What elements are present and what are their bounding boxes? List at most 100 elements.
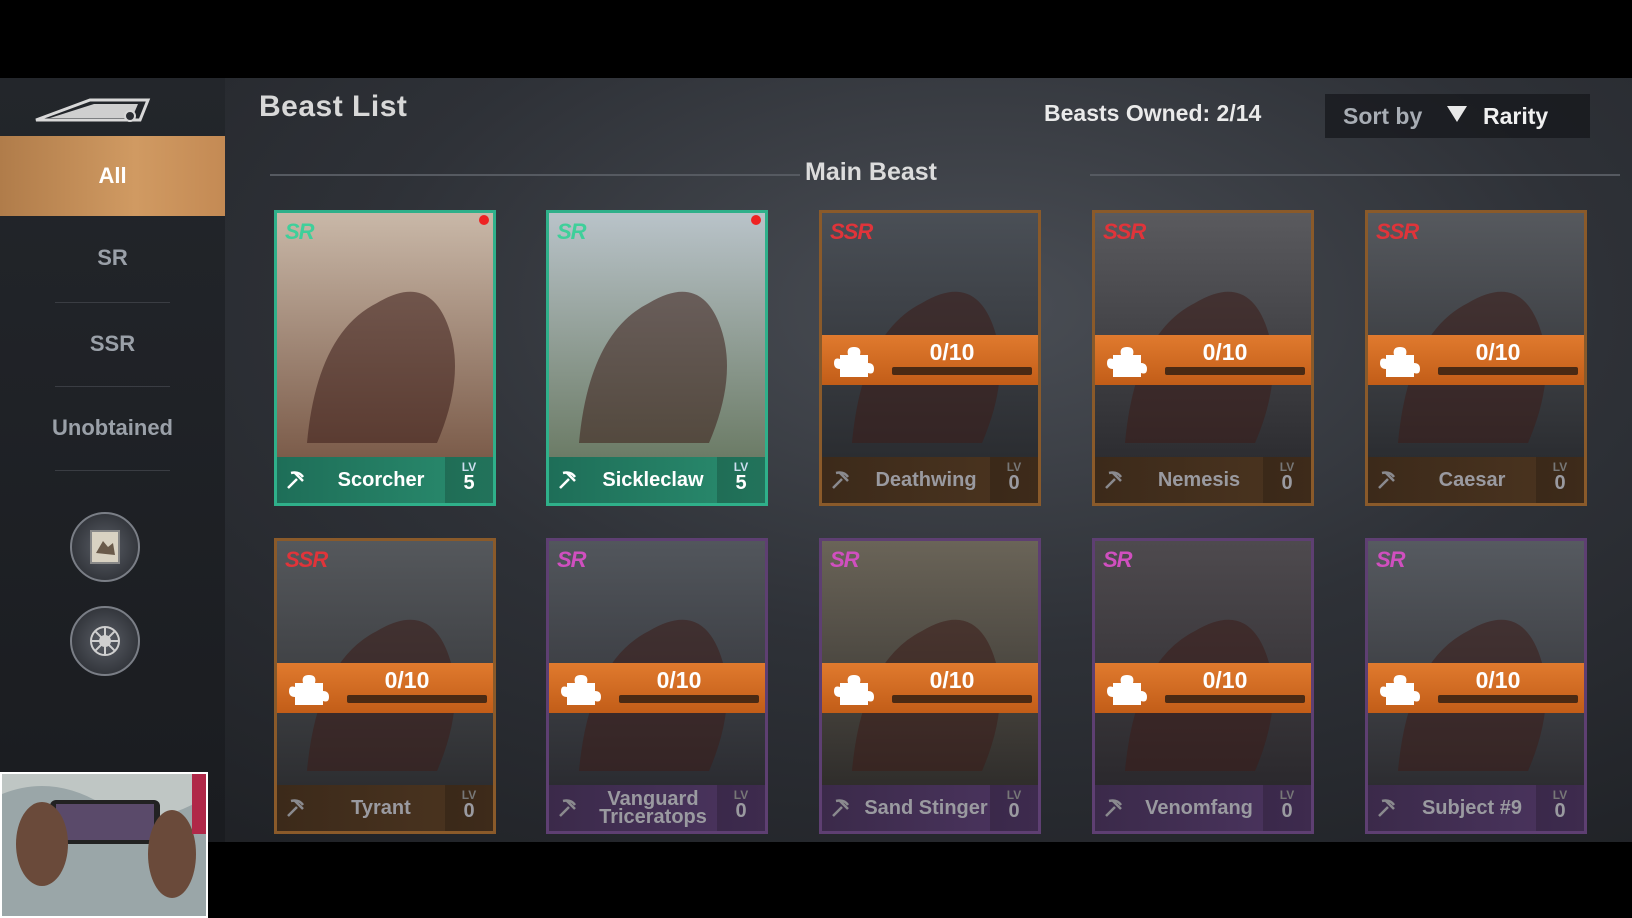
fragment-progress-track: [892, 695, 1032, 703]
sort-value: Rarity: [1483, 103, 1549, 129]
beast-card[interactable]: SR Scorcher LV 5: [274, 210, 496, 506]
puzzle-piece-icon: [1107, 347, 1147, 377]
section-divider-right: [1090, 174, 1620, 176]
sort-dropdown[interactable]: Sort by Rarity: [1325, 94, 1590, 138]
back-button[interactable]: [30, 90, 160, 130]
level-value: 0: [1554, 800, 1566, 822]
fragment-progress-track: [1438, 367, 1578, 375]
new-indicator-dot: [479, 215, 489, 225]
claw-icon: [559, 471, 577, 489]
fragment-progress-track: [1438, 695, 1578, 703]
beast-emblem-icon: [90, 626, 120, 656]
sidebar-tab-unobtained[interactable]: Unobtained: [0, 388, 225, 468]
new-indicator-dot: [751, 215, 761, 225]
fragment-progress: 0/10: [822, 663, 1038, 713]
level-value: 5: [735, 472, 747, 494]
beast-card[interactable]: SR 0/10 Sand Stinger LV 0: [819, 538, 1041, 834]
fragment-progress: 0/10: [1368, 663, 1584, 713]
beast-portrait: [549, 213, 765, 463]
rarity-badge: SSR: [1376, 219, 1419, 244]
fragment-count: 0/10: [656, 667, 702, 693]
dropdown-arrow-icon: [1447, 106, 1467, 122]
beast-card[interactable]: SSR 0/10 Nemesis LV 0: [1092, 210, 1314, 506]
beast-name: Sand Stinger: [864, 797, 988, 819]
level-value: 0: [1554, 472, 1566, 494]
puzzle-piece-icon: [1380, 347, 1420, 377]
beast-name-bar: Sickleclaw LV 5: [549, 457, 765, 503]
level-badge: LV 5: [717, 457, 765, 503]
beast-name: Deathwing: [875, 469, 977, 491]
sidebar-tab-label: SR: [97, 245, 128, 270]
beast-name: Nemesis: [1157, 469, 1241, 491]
beast-name: Venomfang: [1145, 797, 1253, 819]
shield-icon: [1105, 471, 1123, 489]
level-badge: LV 0: [1536, 457, 1584, 503]
rarity-badge: SSR: [285, 547, 328, 572]
beast-name-bar: Scorcher LV 5: [277, 457, 493, 503]
beasts-owned-count: Beasts Owned: 2/14: [1044, 100, 1262, 126]
sidebar-tab-ssr[interactable]: SSR: [0, 304, 225, 384]
claw-icon: [559, 799, 577, 817]
puzzle-piece-icon: [289, 675, 329, 705]
fragment-progress: 0/10: [1095, 335, 1311, 385]
page-title: Beast List: [259, 90, 408, 123]
beast-card[interactable]: SR Sickleclaw LV 5: [546, 210, 768, 506]
pickaxe-icon: [1105, 799, 1123, 817]
fragment-progress: 0/10: [277, 663, 493, 713]
beast-card-button[interactable]: [70, 512, 140, 582]
beast-name: Scorcher: [337, 469, 425, 491]
fragment-progress-track: [892, 367, 1032, 375]
sidebar: All SR SSR Unobtained: [0, 78, 225, 842]
rarity-badge: SR: [1103, 547, 1133, 572]
rarity-badge: SR: [557, 547, 587, 572]
sidebar-tab-sr[interactable]: SR: [0, 218, 225, 298]
level-value: 0: [1008, 472, 1020, 494]
back-arrow-icon: [35, 98, 151, 122]
fragment-count: 0/10: [1475, 339, 1521, 365]
divider: [55, 386, 170, 387]
beast-name: Tyrant: [351, 797, 411, 819]
puzzle-piece-icon: [1107, 675, 1147, 705]
beast-card[interactable]: SSR 0/10 Tyrant LV 0: [274, 538, 496, 834]
beast-list-screen: All SR SSR Unobtained Beast List Beasts …: [0, 78, 1632, 842]
shield-icon: [832, 799, 850, 817]
beast-name-bar: Venomfang LV 0: [1095, 785, 1311, 831]
fragment-progress: 0/10: [1095, 663, 1311, 713]
beast-card[interactable]: SR 0/10 Subject #9 LV 0: [1365, 538, 1587, 834]
beast-name: Vanguard Triceratops: [599, 788, 707, 828]
fragment-progress: 0/10: [822, 335, 1038, 385]
level-badge: LV 0: [1263, 457, 1311, 503]
level-value: 0: [1281, 800, 1293, 822]
section-title: Main Beast: [805, 158, 937, 186]
beast-emblem-button[interactable]: [70, 606, 140, 676]
divider: [55, 302, 170, 303]
level-value: 5: [463, 472, 475, 494]
level-badge: LV 0: [445, 785, 493, 831]
fragment-count: 0/10: [929, 339, 975, 365]
beast-name: Sickleclaw: [602, 469, 704, 491]
puzzle-piece-icon: [1380, 675, 1420, 705]
fragment-count: 0/10: [1475, 667, 1521, 693]
level-badge: LV 0: [990, 457, 1038, 503]
rarity-badge: SR: [285, 219, 315, 244]
beast-card[interactable]: SSR 0/10 Deathwing LV 0: [819, 210, 1041, 506]
beast-name-bar: Caesar LV 0: [1368, 457, 1584, 503]
fragment-progress-track: [1165, 695, 1305, 703]
fragment-progress: 0/10: [1368, 335, 1584, 385]
claw-icon: [1378, 799, 1396, 817]
beast-name: Caesar: [1438, 469, 1506, 491]
camera-feed-image: [2, 774, 206, 916]
sidebar-tab-label: Unobtained: [52, 415, 173, 440]
level-badge: LV 0: [990, 785, 1038, 831]
beast-name-bar: Deathwing LV 0: [822, 457, 1038, 503]
level-value: 0: [1281, 472, 1293, 494]
beast-card[interactable]: SSR 0/10 Caesar LV 0: [1365, 210, 1587, 506]
fragment-progress-track: [347, 695, 487, 703]
beast-card[interactable]: SR 0/10 Vanguard Triceratops LV 0: [546, 538, 768, 834]
rarity-badge: SR: [1376, 547, 1406, 572]
sort-label: Sort by: [1343, 103, 1423, 129]
claw-icon: [1378, 471, 1396, 489]
level-badge: LV 0: [1536, 785, 1584, 831]
beast-card[interactable]: SR 0/10 Venomfang LV 0: [1092, 538, 1314, 834]
fragment-count: 0/10: [384, 667, 430, 693]
